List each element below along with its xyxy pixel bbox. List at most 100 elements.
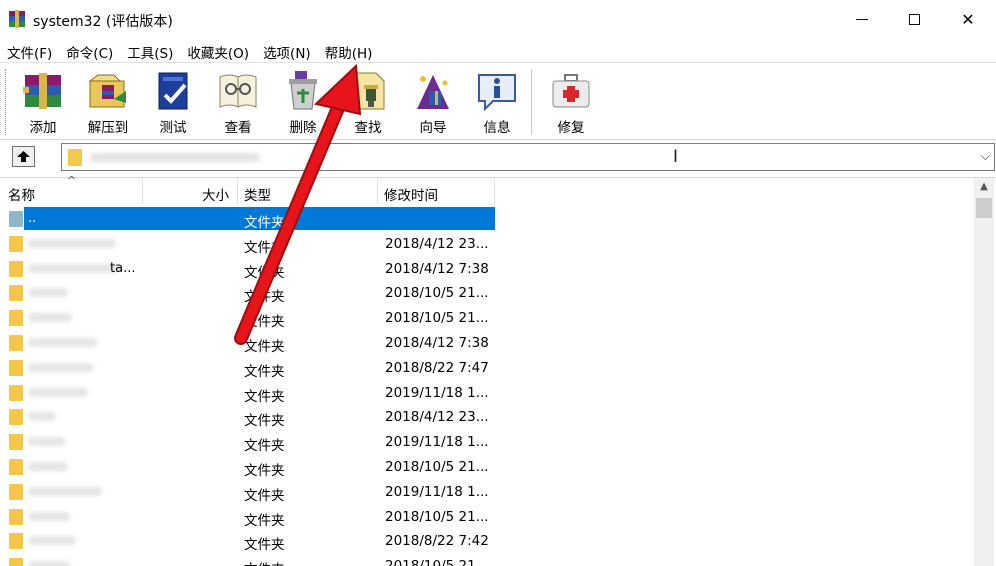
list-item[interactable]: 文件夹 2018/8/22 7:47 bbox=[0, 356, 974, 381]
close-button[interactable]: ✕ bbox=[942, 0, 994, 38]
list-item[interactable]: 文件夹 2018/8/22 7:42 bbox=[0, 529, 974, 554]
toolbar-separator bbox=[531, 69, 532, 135]
item-type: 文件夹 bbox=[244, 388, 285, 405]
item-type: 文件夹 bbox=[244, 438, 285, 455]
info-button[interactable]: 信息 bbox=[466, 67, 528, 137]
item-modified: 2018/4/12 23... bbox=[385, 235, 489, 252]
minimize-icon bbox=[856, 18, 868, 20]
maximize-button[interactable] bbox=[888, 0, 940, 38]
item-type: 文件夹 bbox=[244, 413, 285, 430]
list-item[interactable]: 文件夹 2019/11/18 1... bbox=[0, 480, 974, 505]
delete-icon bbox=[289, 71, 317, 110]
list-item[interactable]: ta... 文件夹 2018/4/12 7:38 bbox=[0, 257, 974, 282]
redacted-name bbox=[28, 288, 68, 298]
info-button-label: 信息 bbox=[483, 120, 511, 136]
add-archive-icon bbox=[23, 73, 61, 109]
redacted-name bbox=[28, 313, 72, 323]
test-button-label: 测试 bbox=[159, 120, 187, 136]
folder-icon bbox=[9, 458, 23, 475]
redacted-name bbox=[28, 486, 102, 496]
list-item[interactable]: 文件夹 2018/4/12 7:38 bbox=[0, 331, 974, 356]
list-item[interactable]: 文件夹 2018/10/5 21... bbox=[0, 505, 974, 530]
column-type[interactable]: 类型 bbox=[238, 178, 378, 205]
folder-icon bbox=[9, 285, 23, 302]
scrollbar-thumb[interactable] bbox=[976, 198, 992, 218]
menu-command[interactable]: 命令(C) bbox=[59, 38, 120, 62]
item-modified: 2018/8/22 7:47 bbox=[385, 359, 489, 376]
scroll-up-icon[interactable]: ▲ bbox=[974, 178, 994, 196]
redacted-name bbox=[28, 561, 70, 566]
item-modified: 2018/4/12 7:38 bbox=[385, 334, 489, 351]
menu-tools[interactable]: 工具(S) bbox=[120, 38, 180, 62]
item-modified: 2018/10/5 21... bbox=[385, 508, 489, 525]
text-cursor-icon: I bbox=[673, 147, 679, 167]
item-modified: 2018/10/5 21... bbox=[385, 558, 489, 566]
list-item[interactable]: 文件夹 2019/11/18 1... bbox=[0, 381, 974, 406]
delete-button[interactable]: 删除 bbox=[272, 67, 334, 137]
list-item[interactable]: 文件夹 2018/4/12 23... bbox=[0, 405, 974, 430]
vertical-scrollbar[interactable]: ▲ bbox=[974, 178, 994, 566]
test-icon bbox=[158, 72, 188, 110]
add-button[interactable]: 添加 bbox=[12, 67, 74, 137]
item-modified: 2018/4/12 23... bbox=[385, 409, 489, 426]
item-type: 文件夹 bbox=[244, 239, 285, 256]
find-icon bbox=[353, 72, 385, 110]
test-button[interactable]: 测试 bbox=[142, 67, 204, 137]
window-title: system32 (评估版本) bbox=[33, 14, 173, 30]
item-modified: 2018/10/5 21... bbox=[385, 310, 489, 327]
folder-icon bbox=[9, 235, 23, 252]
item-type: 文件夹 bbox=[244, 363, 285, 380]
item-name: ta... bbox=[110, 260, 136, 276]
file-list: 名称 ^ 大小 类型 修改时间 .. 文件夹 文件夹 2018/4/12 23... t… bbox=[0, 174, 996, 566]
redacted-name bbox=[28, 461, 68, 471]
sort-ascending-icon: ^ bbox=[67, 174, 77, 187]
folder-icon bbox=[9, 384, 23, 401]
extract-to-icon bbox=[88, 74, 126, 108]
list-item[interactable]: 文件夹 2018/10/5 21... bbox=[0, 306, 974, 331]
redacted-name bbox=[28, 536, 76, 546]
extract-to-button[interactable]: 解压到 bbox=[77, 67, 139, 137]
minimize-button[interactable] bbox=[836, 0, 888, 38]
list-item[interactable]: 文件夹 2019/11/18 1... bbox=[0, 430, 974, 455]
item-type: 文件夹 bbox=[244, 264, 285, 281]
wizard-button[interactable]: 向导 bbox=[402, 67, 464, 137]
folder-icon bbox=[9, 334, 23, 351]
address-row: I ⌵ bbox=[0, 140, 996, 177]
up-folder-button[interactable] bbox=[12, 146, 35, 167]
repair-icon bbox=[552, 74, 590, 108]
item-modified: 2019/11/18 1... bbox=[385, 384, 489, 401]
find-button[interactable]: 查找 bbox=[337, 67, 399, 137]
redacted-name bbox=[28, 437, 66, 447]
delete-button-label: 删除 bbox=[289, 120, 317, 136]
menu-favorites[interactable]: 收藏夹(O) bbox=[180, 38, 256, 62]
address-dropdown-icon[interactable]: ⌵ bbox=[981, 149, 990, 164]
column-name-label: 名称 bbox=[8, 188, 35, 204]
list-rows: .. 文件夹 文件夹 2018/4/12 23... ta... 文件夹 2018/4/12… bbox=[0, 207, 974, 566]
item-type: 文件夹 bbox=[244, 215, 285, 231]
item-type: 文件夹 bbox=[244, 487, 285, 504]
folder-icon bbox=[9, 508, 23, 525]
repair-button[interactable]: 修复 bbox=[540, 67, 602, 137]
column-modified[interactable]: 修改时间 bbox=[378, 178, 495, 205]
column-size[interactable]: 大小 bbox=[143, 178, 238, 205]
title-bar: system32 (评估版本) ✕ bbox=[0, 0, 996, 38]
list-item[interactable]: 文件夹 2018/10/5 21... bbox=[0, 554, 974, 566]
extract-to-button-label: 解压到 bbox=[87, 120, 129, 136]
list-item[interactable]: .. 文件夹 bbox=[0, 207, 974, 232]
menu-options[interactable]: 选项(N) bbox=[256, 38, 318, 62]
item-modified: 2018/4/12 7:38 bbox=[385, 260, 489, 277]
toolbar-grip[interactable] bbox=[5, 69, 8, 135]
item-type: 文件夹 bbox=[244, 314, 285, 331]
folder-icon bbox=[9, 310, 23, 327]
list-item[interactable]: 文件夹 2018/10/5 21... bbox=[0, 281, 974, 306]
winrar-app-icon bbox=[9, 10, 25, 28]
view-button[interactable]: 查看 bbox=[207, 67, 269, 137]
column-name[interactable]: 名称 ^ bbox=[0, 174, 143, 205]
redacted-name bbox=[28, 263, 120, 273]
menu-file[interactable]: 文件(F) bbox=[0, 38, 59, 62]
menu-help[interactable]: 帮助(H) bbox=[318, 38, 380, 62]
list-item[interactable]: 文件夹 2018/10/5 21... bbox=[0, 455, 974, 480]
list-item[interactable]: 文件夹 2018/4/12 23... bbox=[0, 232, 974, 257]
folder-icon bbox=[9, 359, 23, 376]
address-bar[interactable]: I ⌵ bbox=[61, 143, 995, 171]
